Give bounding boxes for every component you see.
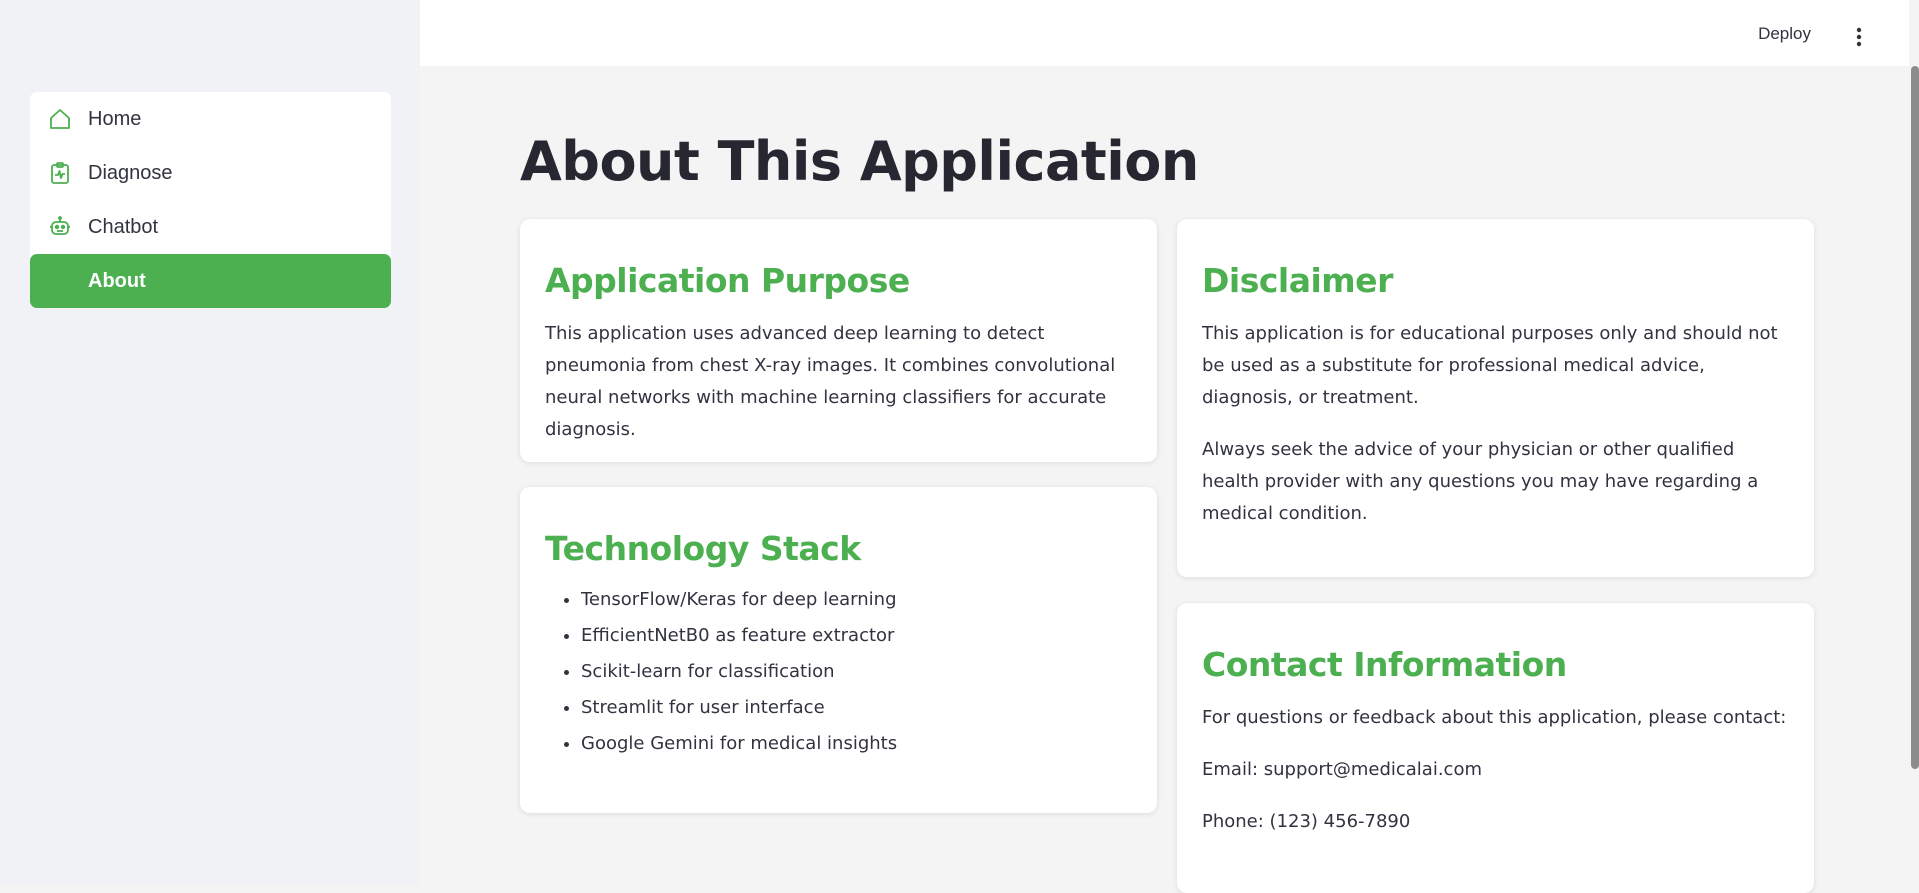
robot-icon: [48, 215, 72, 239]
scrollbar[interactable]: [1911, 66, 1919, 769]
list-item: Streamlit for user interface: [581, 690, 1132, 726]
list-item: Google Gemini for medical insights: [581, 726, 1132, 762]
list-item: Scikit-learn for classification: [581, 654, 1132, 690]
deploy-button[interactable]: Deploy: [1758, 24, 1811, 44]
sidebar-item-label: Diagnose: [88, 161, 173, 184]
list-item: EfficientNetB0 as feature extractor: [581, 618, 1132, 654]
home-icon: [48, 107, 72, 131]
list-item: TensorFlow/Keras for deep learning: [581, 582, 1132, 618]
header: Deploy: [420, 0, 1909, 66]
purpose-card: Application Purpose This application use…: [520, 219, 1157, 462]
disclaimer-text: Always seek the advice of your physician…: [1202, 439, 1759, 524]
disclaimer-text: This application is for educational purp…: [1202, 323, 1778, 408]
contact-intro: For questions or feedback about this app…: [1202, 707, 1787, 728]
purpose-text: This application uses advanced deep lear…: [545, 323, 1116, 440]
page-title: About This Application: [520, 130, 1199, 193]
disclaimer-card: Disclaimer This application is for educa…: [1177, 219, 1814, 577]
purpose-title: Application Purpose: [545, 261, 910, 300]
sidebar-item-label: Home: [88, 107, 142, 130]
technology-title: Technology Stack: [545, 529, 861, 568]
sidebar-item-label: Chatbot: [88, 215, 159, 238]
disclaimer-title: Disclaimer: [1202, 261, 1393, 300]
sidebar: Home Diagnose Chatbot About: [0, 0, 420, 885]
clipboard-pulse-icon: [48, 161, 72, 185]
sidebar-item-home[interactable]: Home: [30, 92, 391, 146]
sidebar-item-label: About: [88, 269, 146, 292]
sidebar-item-diagnose[interactable]: Diagnose: [30, 146, 391, 200]
contact-title: Contact Information: [1202, 645, 1567, 684]
technology-card: Technology Stack TensorFlow/Keras for de…: [520, 487, 1157, 813]
more-vertical-icon[interactable]: [1849, 26, 1869, 48]
sidebar-item-chatbot[interactable]: Chatbot: [30, 200, 391, 254]
sidebar-nav: Home Diagnose Chatbot About: [30, 92, 391, 308]
contact-card: Contact Information For questions or fee…: [1177, 603, 1814, 893]
main-content: Deploy About This Application Applicatio…: [420, 0, 1919, 893]
contact-phone: Phone: (123) 456-7890: [1202, 811, 1411, 832]
sidebar-item-about[interactable]: About: [30, 254, 391, 308]
contact-email: Email: support@medicalai.com: [1202, 759, 1482, 780]
technology-list: TensorFlow/Keras for deep learning Effic…: [545, 582, 1132, 762]
info-icon: [48, 269, 72, 293]
